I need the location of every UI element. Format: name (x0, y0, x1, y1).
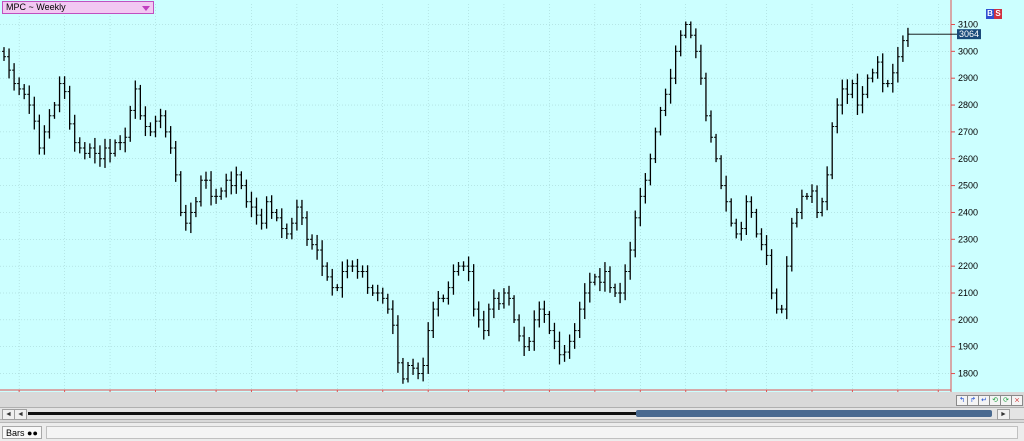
y-tick-label: 3100 (958, 20, 978, 30)
y-tick-label: 2100 (958, 288, 978, 298)
bars-tab-icon: ●● (27, 428, 38, 438)
y-tick-label: 2700 (958, 127, 978, 137)
footer-input-field[interactable] (46, 426, 1018, 439)
y-tick-label: 2600 (958, 154, 978, 164)
y-tick-label: 2000 (958, 315, 978, 325)
dropdown-arrow-icon[interactable] (142, 6, 150, 11)
scroll-right-button[interactable]: ► (997, 409, 1010, 420)
y-tick-label: 1900 (958, 342, 978, 352)
symbol-title-label: MPC ~ Weekly (6, 2, 66, 12)
sell-label[interactable]: S (994, 9, 1002, 19)
y-tick-label: 3000 (958, 46, 978, 56)
plot-background (0, 0, 1024, 392)
buy-sell-badge[interactable]: B S (986, 9, 1002, 19)
bars-tab-label: Bars (6, 428, 25, 438)
footer-bar: Bars ●● (0, 422, 1024, 441)
scroll-thumb[interactable] (636, 410, 992, 417)
y-tick-label: 2800 (958, 100, 978, 110)
nav-button[interactable]: ⨯ (1011, 395, 1023, 406)
last-price-label: 3064 (959, 29, 979, 39)
symbol-title[interactable]: MPC ~ Weekly (2, 1, 154, 14)
price-axis-panel (952, 0, 1024, 392)
y-tick-label: 2200 (958, 261, 978, 271)
y-tick-label: 1800 (958, 369, 978, 379)
price-chart: 1800 1900 2000 2100 2200 2300 2400 2500 2600 2700… (0, 0, 1024, 392)
buy-label[interactable]: B (986, 9, 994, 19)
scroll-left-fast-button[interactable]: ◄ (14, 409, 27, 420)
bars-tab[interactable]: Bars ●● (2, 426, 42, 439)
horizontal-scrollbar[interactable]: ◄ ◄ ► (0, 407, 1024, 420)
y-tick-label: 2900 (958, 73, 978, 83)
y-tick-label: 2500 (958, 181, 978, 191)
y-tick-label: 2300 (958, 234, 978, 244)
y-tick-label: 2400 (958, 207, 978, 217)
